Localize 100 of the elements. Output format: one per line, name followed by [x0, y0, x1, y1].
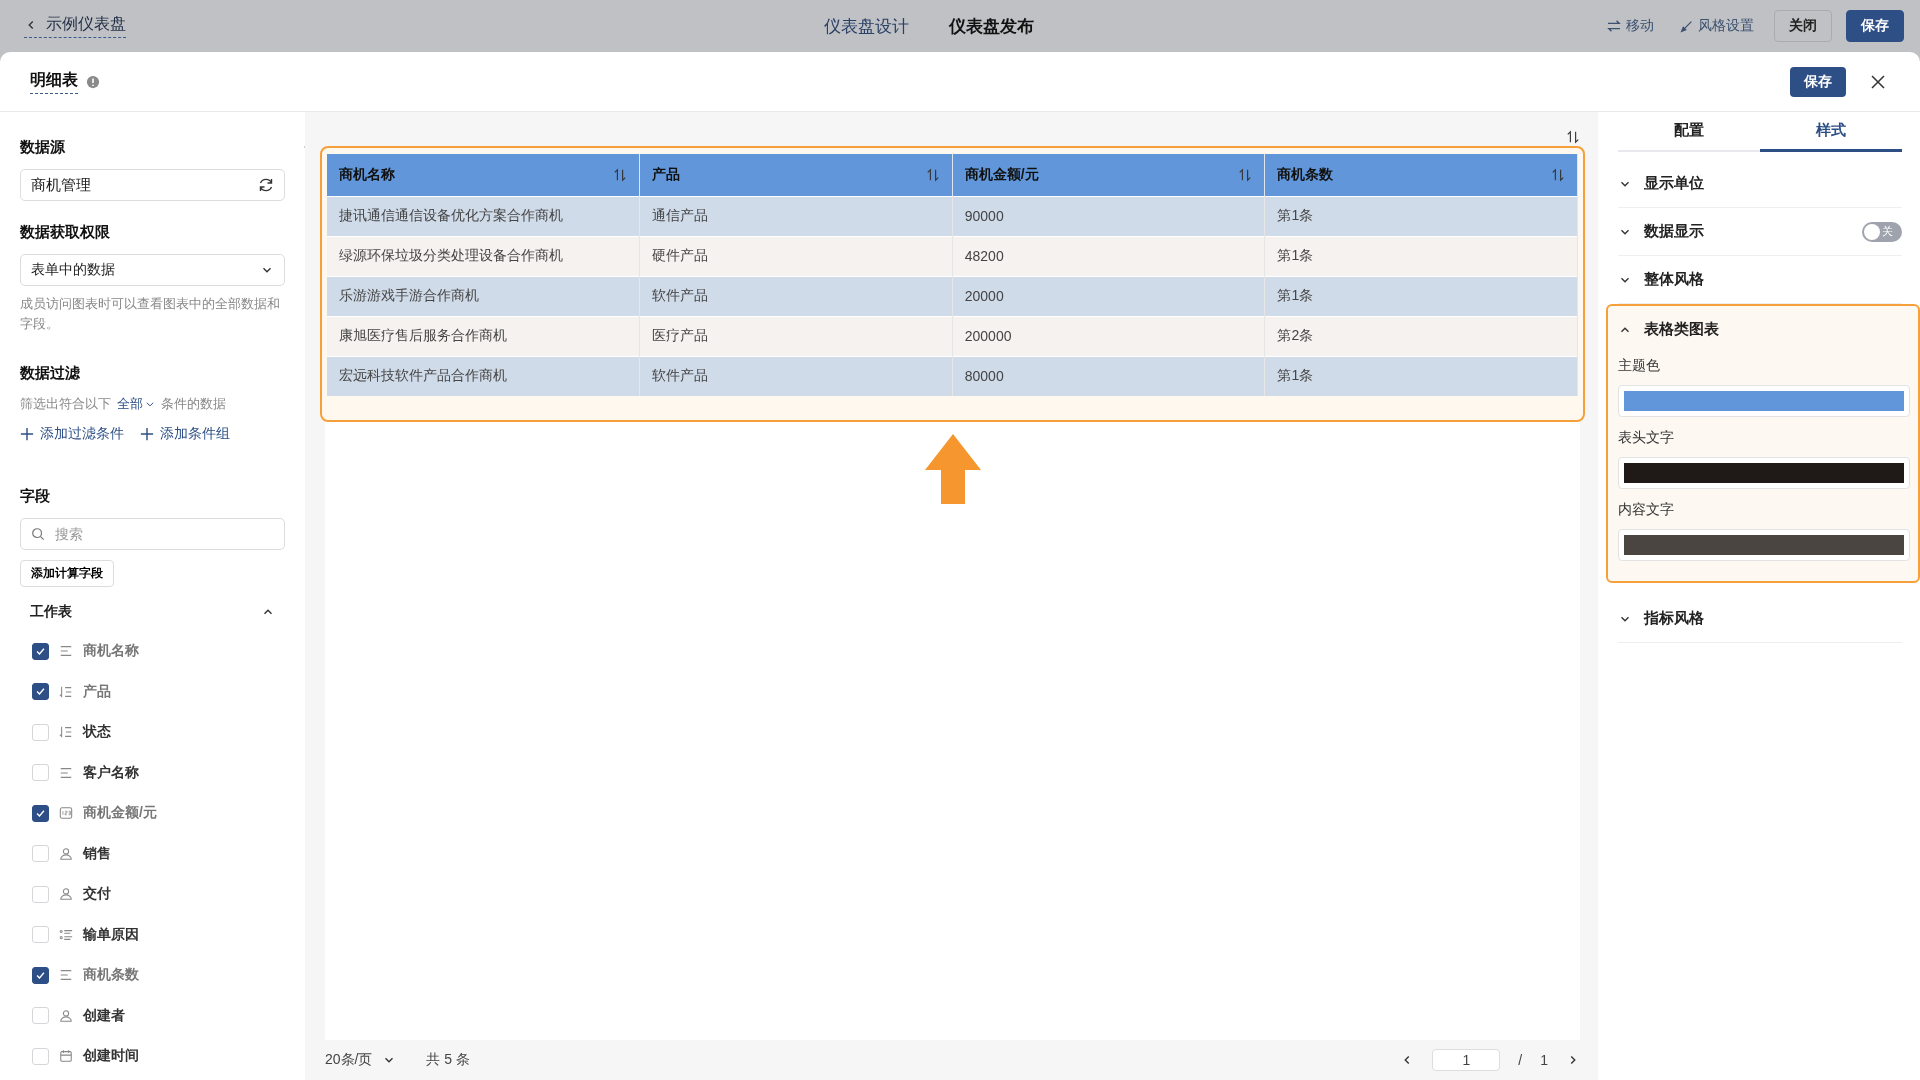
- section-header[interactable]: 表格类图表: [1618, 306, 1910, 353]
- section-header[interactable]: 数据显示 关: [1618, 208, 1902, 255]
- sort-icon[interactable]: [613, 167, 628, 182]
- sort-icon[interactable]: [1238, 167, 1253, 182]
- dropdown-icon: [145, 399, 155, 409]
- table-cell: 软件产品: [652, 367, 709, 384]
- field-label: 输单原因: [83, 925, 139, 944]
- table-cell: 康旭医疗售后服务合作商机: [339, 327, 507, 343]
- field-label: 创建时间: [83, 1047, 139, 1066]
- table-cell: 90000: [964, 208, 1004, 224]
- list-field-icon: [59, 927, 73, 942]
- check-icon: [35, 645, 46, 657]
- color-picker[interactable]: [1618, 529, 1910, 561]
- checkbox[interactable]: [32, 804, 49, 822]
- table-cell: 第1条: [1277, 367, 1314, 384]
- color-label: 主题色: [1618, 357, 1661, 375]
- check-icon: [35, 686, 46, 698]
- check-icon: [35, 807, 46, 819]
- permission-select[interactable]: 表单中的数据: [20, 254, 285, 286]
- filter-mode-select[interactable]: 全部: [117, 395, 155, 413]
- top-tab[interactable]: 仪表盘发布: [948, 14, 1034, 38]
- table-cell: 通信产品: [652, 207, 709, 223]
- section-header[interactable]: 指标风格: [1618, 595, 1902, 642]
- person-icon: [59, 1008, 73, 1023]
- field-label: 商机名称: [83, 642, 139, 661]
- table-cell: 第1条: [1277, 207, 1314, 223]
- plus-icon: [20, 427, 34, 441]
- search-input[interactable]: 搜索: [53, 525, 274, 543]
- page-count: 1: [1540, 1052, 1548, 1068]
- page-input[interactable]: 1: [1432, 1049, 1501, 1071]
- section-header[interactable]: 整体风格: [1618, 256, 1902, 303]
- sort-icon[interactable]: [925, 167, 940, 182]
- sort-icon[interactable]: [1551, 167, 1565, 182]
- table-cell: 捷讯通信通信设备优化方案合作商机: [339, 207, 563, 223]
- plus-icon: [140, 427, 154, 441]
- total-count: 共 5 条: [426, 1051, 471, 1069]
- add-condition-link[interactable]: 添加过滤条件: [20, 425, 124, 443]
- source-field[interactable]: 商机管理: [20, 169, 285, 201]
- table-cell: 硬件产品: [652, 247, 709, 263]
- sort-icon[interactable]: [1566, 130, 1580, 144]
- column-header: 产品: [652, 165, 681, 184]
- table-cell: 软件产品: [652, 287, 709, 303]
- field-label: 交付: [83, 885, 111, 904]
- page-separator: /: [1518, 1052, 1523, 1068]
- table-cell: 第2条: [1277, 327, 1314, 343]
- dialog-title: 明细表: [30, 69, 78, 94]
- sort-field-icon: [59, 684, 73, 699]
- search-field[interactable]: 搜索: [20, 518, 285, 550]
- color-label: 表头文字: [1618, 429, 1675, 447]
- section-title: 数据过滤: [20, 364, 81, 383]
- top-tab[interactable]: 仪表盘设计: [823, 14, 909, 38]
- add-calc-field-button[interactable]: 添加计算字段: [20, 560, 114, 587]
- back-link[interactable]: 示例仪表盘: [24, 14, 126, 38]
- group-title: 工作表: [30, 603, 72, 621]
- field-label: 商机金额/元: [83, 804, 157, 823]
- panel-tab[interactable]: 配置: [1618, 112, 1760, 152]
- column-header: 商机条数: [1277, 165, 1334, 184]
- color-picker[interactable]: [1618, 457, 1910, 489]
- field-label: 产品: [83, 682, 111, 701]
- text-field-icon: [59, 765, 73, 780]
- column-header: 商机金额/元: [964, 165, 1039, 184]
- table-cell: 绿源环保垃圾分类处理设备合作商机: [339, 247, 563, 263]
- select-value: 表单中的数据: [31, 261, 116, 279]
- filter-text: 筛选出符合以下: [20, 395, 111, 413]
- save-button[interactable]: 保存: [1846, 10, 1904, 42]
- column-header: 商机名称: [339, 165, 395, 184]
- section-title: 数据源: [20, 138, 66, 157]
- table-cell: 医疗产品: [652, 327, 709, 343]
- page-size-select[interactable]: 20条/页: [325, 1051, 373, 1069]
- checkbox[interactable]: [32, 683, 49, 701]
- up-arrow-icon: [922, 434, 983, 504]
- table-cell: 80000: [964, 368, 1004, 385]
- calendar-icon: [59, 1049, 73, 1064]
- close-icon: [1870, 73, 1886, 90]
- refresh-icon[interactable]: [258, 177, 274, 193]
- save-button[interactable]: 保存: [1790, 66, 1846, 97]
- move-button[interactable]: 移动: [1601, 16, 1660, 36]
- person-icon: [59, 887, 73, 902]
- number-field-icon: [59, 806, 73, 821]
- swap-icon: [1607, 20, 1621, 32]
- checkbox[interactable]: [32, 966, 49, 984]
- checkbox[interactable]: [32, 642, 49, 660]
- section-header[interactable]: 显示单位: [1618, 160, 1902, 207]
- table-cell: 宏远科技软件产品合作商机: [339, 367, 507, 384]
- info-icon: [86, 74, 100, 89]
- field-label: 商机条数: [83, 966, 139, 985]
- style-button[interactable]: 风格设置: [1674, 16, 1760, 36]
- sort-field-icon: [59, 725, 73, 740]
- panel-tab[interactable]: 样式: [1760, 112, 1902, 152]
- person-icon: [59, 846, 73, 861]
- table-cell: 20000: [964, 288, 1004, 304]
- source-value: 商机管理: [31, 175, 92, 195]
- table-cell: 48200: [964, 248, 1004, 264]
- color-picker[interactable]: [1618, 385, 1910, 417]
- close-button[interactable]: 关闭: [1774, 10, 1832, 42]
- search-icon: [31, 527, 45, 541]
- add-group-link[interactable]: 添加条件组: [140, 425, 230, 443]
- check-icon: [35, 969, 46, 981]
- hint-text: 成员访问图表时可以查看图表中的全部数据和字段。: [20, 295, 281, 333]
- field-label: 状态: [83, 723, 111, 742]
